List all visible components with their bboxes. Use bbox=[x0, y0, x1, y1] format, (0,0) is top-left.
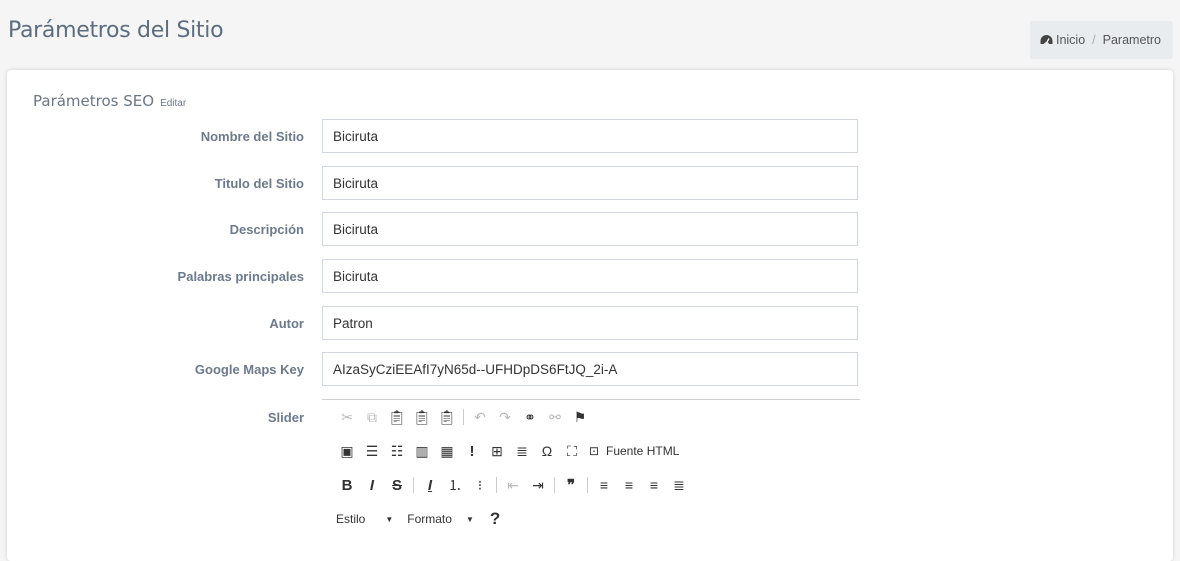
seo-card: Parámetros SEO Editar Nombre del Sitio Ti… bbox=[7, 70, 1173, 561]
bold-icon[interactable]: B bbox=[336, 474, 358, 496]
link-icon[interactable]: ⚭ bbox=[519, 406, 541, 428]
keywords-input[interactable] bbox=[322, 259, 858, 293]
italic-icon[interactable]: I bbox=[361, 474, 383, 496]
unlink-icon[interactable]: ⚯ bbox=[544, 406, 566, 428]
description-label: Descripción bbox=[229, 222, 304, 237]
justify-icon[interactable]: ≣ bbox=[668, 474, 690, 496]
author-label: Autor bbox=[269, 316, 304, 331]
source-button[interactable]: ⊡ Fuente HTML bbox=[586, 440, 679, 462]
breadcrumb: Inicio / Parametro bbox=[1029, 21, 1173, 59]
card-title: Parámetros SEO Editar bbox=[33, 92, 186, 110]
editor-toolbar-row-2: ▣ ☰ ☷ ▥ ▦ ! ⊞ ≣ Ω ⛶ ⊡ Fuente HTML bbox=[336, 439, 679, 463]
special-char-icon[interactable]: Ω bbox=[536, 440, 558, 462]
exclamation-icon[interactable]: ! bbox=[461, 440, 483, 462]
iframe-icon[interactable]: ☷ bbox=[386, 440, 408, 462]
description-input[interactable] bbox=[322, 212, 858, 246]
style-combo-label: Estilo bbox=[336, 512, 366, 526]
maps-key-label: Google Maps Key bbox=[194, 362, 304, 377]
author-input[interactable] bbox=[322, 306, 858, 340]
field-row-author: Autor bbox=[7, 306, 1173, 342]
table-icon[interactable]: ⊞ bbox=[486, 440, 508, 462]
style-combo[interactable]: Estilo ▼ bbox=[336, 512, 393, 526]
site-title-label: Titulo del Sitio bbox=[214, 176, 304, 191]
page-title: Parámetros del Sitio bbox=[8, 18, 224, 43]
undo-icon[interactable]: ↶ bbox=[469, 406, 491, 428]
paste-word-icon[interactable]: 📋︎ bbox=[436, 406, 458, 428]
anchor-icon[interactable]: ⚑ bbox=[569, 406, 591, 428]
cut-icon[interactable]: ✂ bbox=[336, 406, 358, 428]
toolbar-separator bbox=[587, 477, 588, 493]
site-name-label: Nombre del Sitio bbox=[200, 129, 304, 144]
site-title-input[interactable] bbox=[322, 166, 858, 200]
help-button[interactable]: ? bbox=[490, 509, 500, 529]
copy-icon[interactable]: ⧉ bbox=[361, 406, 383, 428]
horizontal-rule-icon[interactable]: ≣ bbox=[511, 440, 533, 462]
page-header: Parámetros del Sitio Inicio / Parametro bbox=[0, 0, 1180, 70]
source-label: Fuente HTML bbox=[606, 444, 680, 458]
toolbar-separator bbox=[554, 477, 555, 493]
field-row-keywords: Palabras principales bbox=[7, 259, 1173, 295]
align-center-icon[interactable]: ≡ bbox=[618, 474, 640, 496]
card-subtitle: Editar bbox=[160, 98, 187, 109]
slider-label: Slider bbox=[267, 410, 304, 425]
breadcrumb-home-link[interactable]: Inicio bbox=[1056, 33, 1085, 47]
field-row-description: Descripción bbox=[7, 212, 1173, 248]
image-icon[interactable]: ▣ bbox=[336, 440, 358, 462]
editor-toolbar-row-3: B I S I ⒈ ⁝ ⇤ ⇥ ❞ ≡ ≡ ≡ ≣ bbox=[336, 473, 693, 497]
flash-icon[interactable]: ☰ bbox=[361, 440, 383, 462]
editor-toolbar-row-4: Estilo ▼ Formato ▼ ? bbox=[336, 507, 500, 531]
field-row-site-name: Nombre del Sitio bbox=[7, 119, 1173, 155]
field-row-site-title: Titulo del Sitio bbox=[7, 166, 1173, 202]
site-name-input[interactable] bbox=[322, 119, 858, 153]
remove-format-icon[interactable]: I bbox=[419, 474, 441, 496]
grid-icon[interactable]: ▦ bbox=[436, 440, 458, 462]
rich-text-editor: ✂ ⧉ 📋︎ 📋︎ 📋︎ ↶ ↷ ⚭ ⚯ ⚑ ▣ ☰ ☷ ▥ ▦ ! ⊞ ≣ Ω… bbox=[322, 399, 860, 540]
keywords-label: Palabras principales bbox=[177, 269, 304, 284]
toolbar-separator bbox=[463, 409, 464, 425]
field-row-maps-key: Google Maps Key bbox=[7, 352, 1173, 388]
format-combo-label: Formato bbox=[407, 512, 452, 526]
card-title-text: Parámetros SEO bbox=[33, 92, 155, 110]
chevron-down-icon: ▼ bbox=[385, 514, 394, 524]
breadcrumb-separator: / bbox=[1092, 33, 1096, 47]
columns-icon[interactable]: ▥ bbox=[411, 440, 433, 462]
format-combo[interactable]: Formato ▼ bbox=[407, 512, 474, 526]
source-icon: ⊡ bbox=[588, 444, 600, 458]
strike-icon[interactable]: S bbox=[386, 474, 408, 496]
redo-icon[interactable]: ↷ bbox=[494, 406, 516, 428]
editor-toolbar-row-1: ✂ ⧉ 📋︎ 📋︎ 📋︎ ↶ ↷ ⚭ ⚯ ⚑ bbox=[336, 405, 594, 429]
align-left-icon[interactable]: ≡ bbox=[593, 474, 615, 496]
blockquote-icon[interactable]: ❞ bbox=[560, 474, 582, 496]
numbered-list-icon[interactable]: ⒈ bbox=[444, 474, 466, 496]
toolbar-separator bbox=[413, 477, 414, 493]
bulleted-list-icon[interactable]: ⁝ bbox=[469, 474, 491, 496]
maps-key-input[interactable] bbox=[322, 352, 858, 386]
dashboard-icon bbox=[1040, 34, 1053, 46]
align-right-icon[interactable]: ≡ bbox=[643, 474, 665, 496]
outdent-icon[interactable]: ⇤ bbox=[502, 474, 524, 496]
maximize-icon[interactable]: ⛶ bbox=[561, 440, 583, 462]
breadcrumb-current: Parametro bbox=[1102, 33, 1161, 47]
paste-icon[interactable]: 📋︎ bbox=[386, 406, 408, 428]
paste-text-icon[interactable]: 📋︎ bbox=[411, 406, 433, 428]
toolbar-separator bbox=[496, 477, 497, 493]
indent-icon[interactable]: ⇥ bbox=[527, 474, 549, 496]
chevron-down-icon: ▼ bbox=[465, 514, 474, 524]
